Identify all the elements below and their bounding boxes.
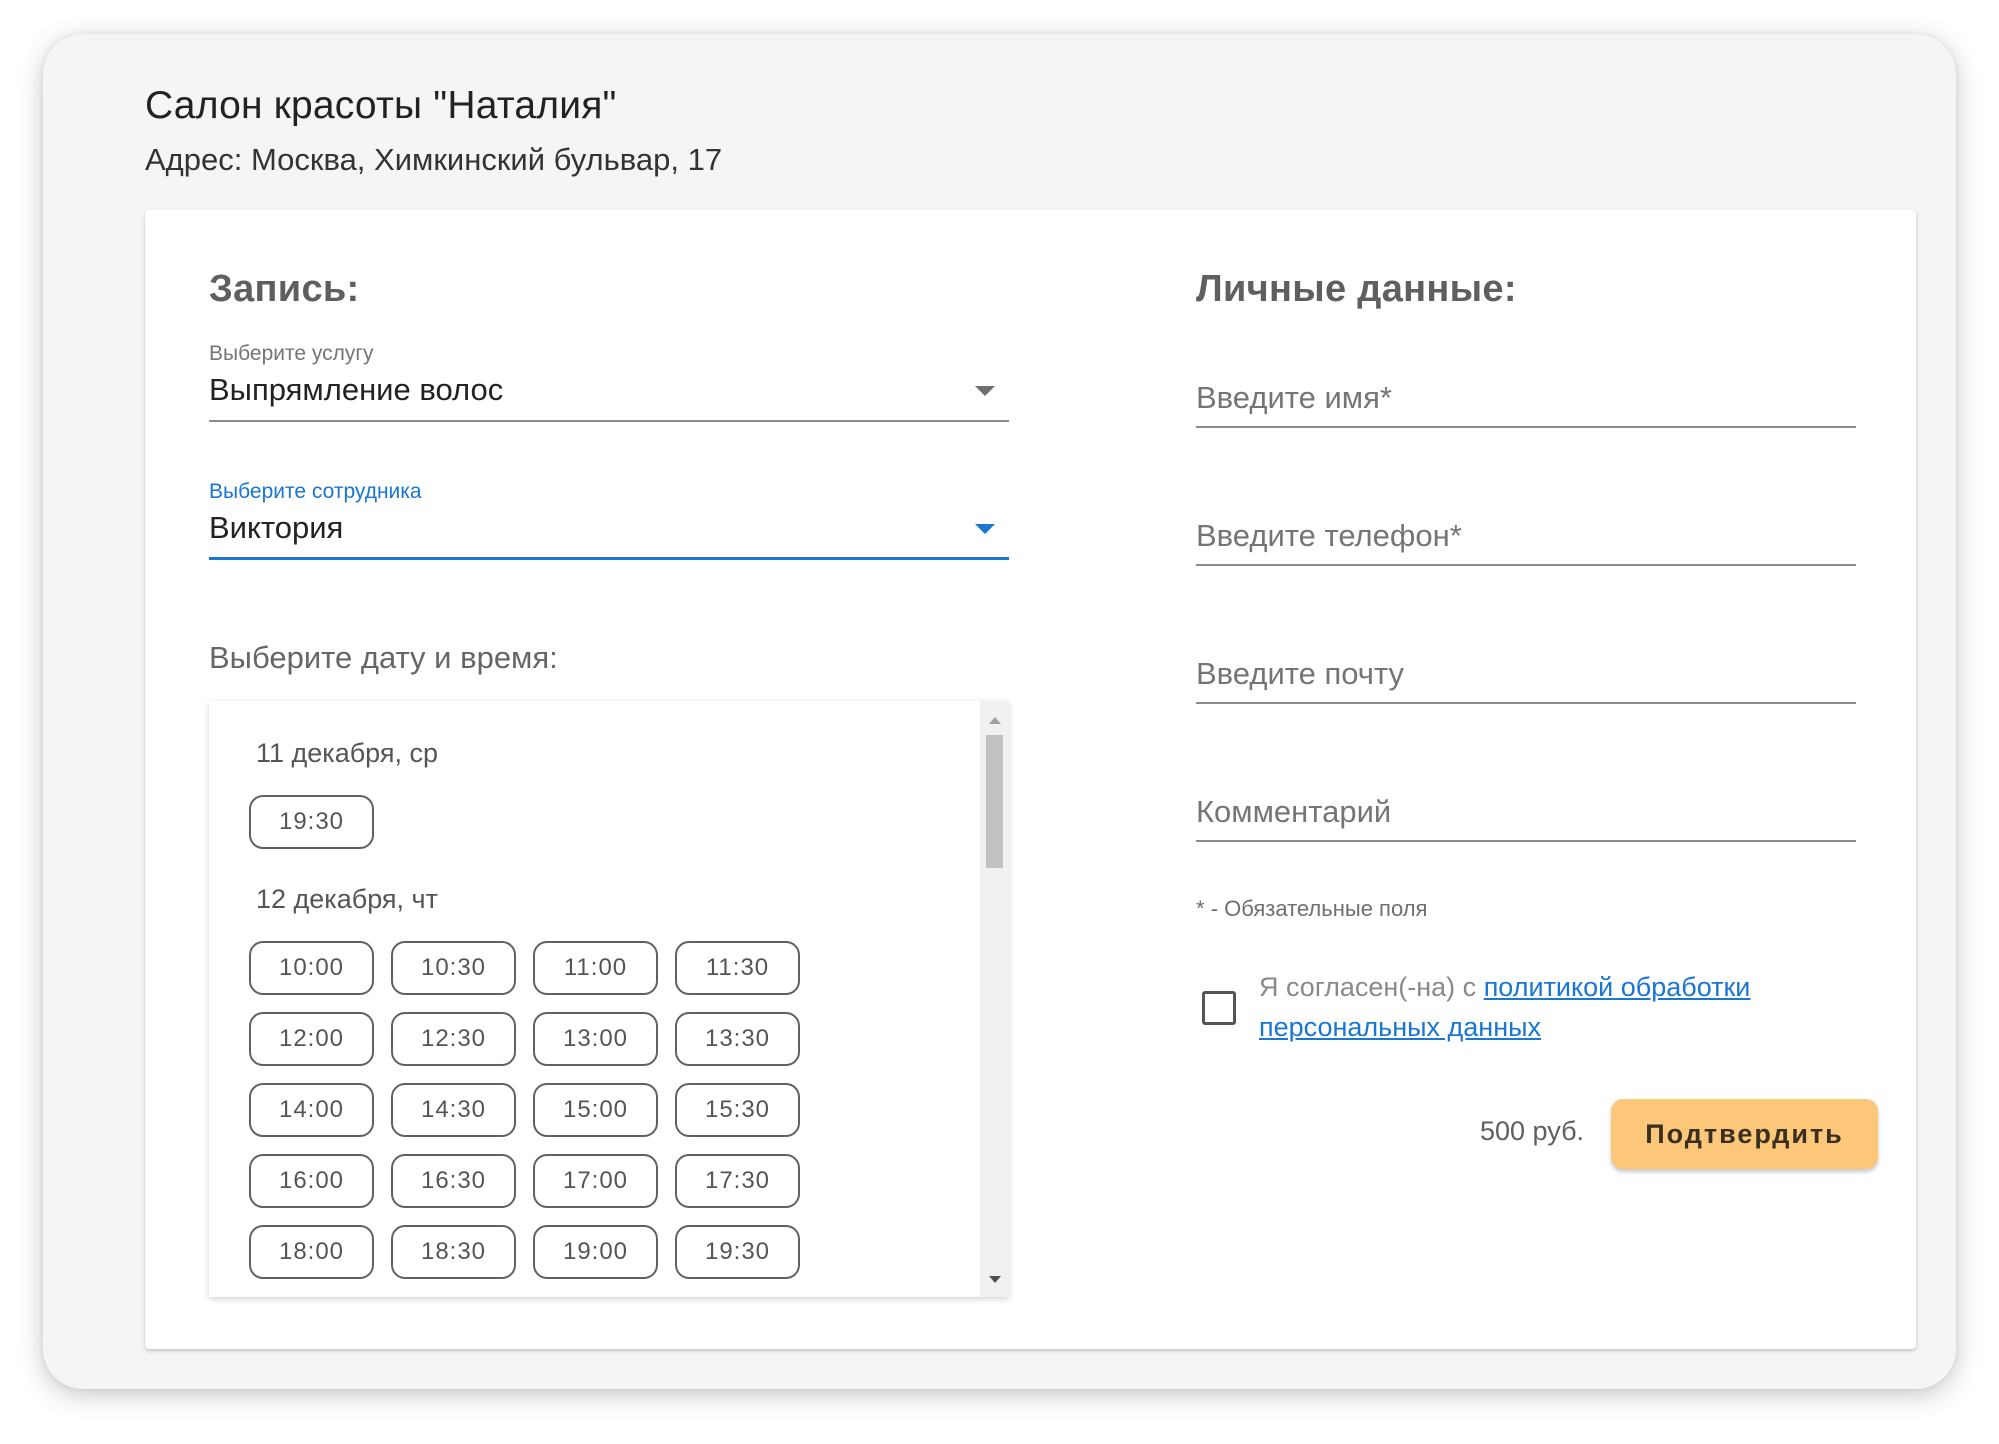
- comment-field[interactable]: Комментарий: [1196, 772, 1856, 842]
- service-select-value: Выпрямление волос: [209, 372, 504, 407]
- employee-select-value: Виктория: [209, 510, 344, 545]
- comment-field-placeholder: Комментарий: [1196, 794, 1392, 829]
- consent-checkbox[interactable]: [1202, 991, 1236, 1025]
- email-field[interactable]: Введите почту: [1196, 634, 1856, 704]
- email-field-placeholder: Введите почту: [1196, 656, 1405, 691]
- phone-field[interactable]: Введите телефон*: [1196, 496, 1856, 566]
- chevron-down-icon[interactable]: [975, 386, 995, 396]
- datetime-label: Выберите дату и время:: [209, 640, 558, 675]
- time-slot[interactable]: 14:00: [249, 1083, 374, 1137]
- time-slot[interactable]: 19:30: [675, 1225, 800, 1279]
- time-slot[interactable]: 10:30: [391, 941, 516, 995]
- booking-window: Салон красоты "Наталия" Адрес: Москва, Х…: [43, 34, 1956, 1389]
- time-slot[interactable]: 19:30: [249, 795, 374, 849]
- time-slot[interactable]: 14:30: [391, 1083, 516, 1137]
- time-slot[interactable]: 12:00: [249, 1012, 374, 1066]
- time-slot[interactable]: 17:00: [533, 1154, 658, 1208]
- chevron-down-icon[interactable]: [975, 524, 995, 534]
- day-label: 11 декабря, ср: [256, 738, 439, 768]
- scroll-up-arrow-icon[interactable]: [989, 717, 1001, 724]
- personal-section-title: Личные данные:: [1196, 268, 1517, 310]
- booking-card: Запись: Выберите услугу Выпрямление воло…: [145, 210, 1916, 1349]
- time-slot[interactable]: 13:00: [533, 1012, 658, 1066]
- time-slot[interactable]: 11:00: [533, 941, 658, 995]
- service-select-label: Выберите услугу: [209, 342, 374, 365]
- time-slot[interactable]: 11:30: [675, 941, 800, 995]
- name-field[interactable]: Введите имя*: [1196, 358, 1856, 428]
- day-label: 12 декабря, чт: [256, 884, 438, 914]
- time-slot[interactable]: 16:30: [391, 1154, 516, 1208]
- consent-label: Я согласен(-на) с: [1259, 972, 1484, 1002]
- scroll-down-arrow-icon[interactable]: [989, 1276, 1001, 1283]
- price-label: 500 руб.: [1480, 1116, 1585, 1146]
- time-slot[interactable]: 18:00: [249, 1225, 374, 1279]
- employee-select-label: Выберите сотрудника: [209, 480, 422, 503]
- service-select[interactable]: Выберите услугу Выпрямление волос: [209, 342, 1009, 422]
- time-slot[interactable]: 19:00: [533, 1225, 658, 1279]
- employee-select[interactable]: Выберите сотрудника Виктория: [209, 480, 1009, 560]
- time-slot[interactable]: 15:30: [675, 1083, 800, 1137]
- consent-text: Я согласен(-на) с политикой обработки пе…: [1259, 967, 1799, 1047]
- scrollbar-thumb[interactable]: [986, 735, 1003, 868]
- slots-scrollbar[interactable]: [980, 701, 1009, 1297]
- salon-title: Салон красоты "Наталия": [145, 84, 617, 127]
- time-slot[interactable]: 10:00: [249, 941, 374, 995]
- phone-field-placeholder: Введите телефон*: [1196, 518, 1462, 553]
- time-slot[interactable]: 16:00: [249, 1154, 374, 1208]
- time-slots-panel[interactable]: 11 декабря, ср 19:30 12 декабря, чт 10:0…: [209, 701, 1009, 1297]
- booking-section-title: Запись:: [209, 268, 360, 310]
- name-field-placeholder: Введите имя*: [1196, 380, 1392, 415]
- salon-address: Адрес: Москва, Химкинский бульвар, 17: [145, 142, 723, 177]
- required-fields-note: * - Обязательные поля: [1196, 896, 1428, 921]
- time-slot[interactable]: 17:30: [675, 1154, 800, 1208]
- time-slot[interactable]: 15:00: [533, 1083, 658, 1137]
- confirm-button[interactable]: Подтвердить: [1611, 1099, 1878, 1169]
- time-slot[interactable]: 18:30: [391, 1225, 516, 1279]
- time-slot[interactable]: 12:30: [391, 1012, 516, 1066]
- time-slot[interactable]: 13:30: [675, 1012, 800, 1066]
